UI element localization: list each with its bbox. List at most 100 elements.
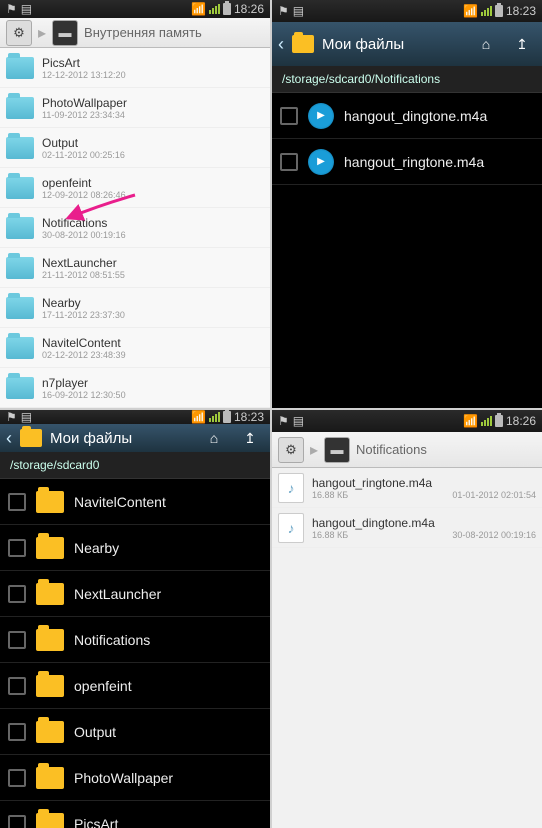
list-item[interactable]: ♪hangout_ringtone.m4a16.88 КБ01-01-2012 … [272,468,542,508]
list-item[interactable]: openfeint12-09-2012 08:26:46 [0,168,270,208]
list-item[interactable]: openfeint [0,663,270,709]
folder-icon [20,429,42,447]
checkbox[interactable] [8,539,26,557]
back-button[interactable]: ‹ [278,34,284,55]
status-bar: ⚑▤ 📶 18:23 [272,0,542,22]
path-bar[interactable]: /storage/sdcard0/Notifications [272,66,542,93]
folder-icon [36,813,64,828]
battery-icon [223,3,231,15]
path-bar[interactable]: /storage/sdcard0 [0,452,270,479]
folder-icon [292,35,314,53]
item-date: 17-11-2012 23:37:30 [42,310,125,320]
item-type: 02-11-2012 00:25:16 [42,150,125,160]
item-date: 30-08-2012 00:19:16 [452,530,536,540]
folder-icon [36,675,64,697]
list-item[interactable]: PhotoWallpaper [0,755,270,801]
list-item[interactable]: ♪hangout_dingtone.m4a16.88 КБ30-08-2012 … [272,508,542,548]
folder-icon [36,767,64,789]
folder-icon [6,177,34,199]
item-name: PicsArt [74,816,262,828]
back-button[interactable]: ‹ [6,428,12,449]
list-item[interactable]: hangout_dingtone.m4a [272,93,542,139]
wifi-icon: 📶 [191,410,206,424]
item-name: NavitelContent [42,336,264,350]
app-title: Мои файлы [50,430,192,447]
list-item[interactable]: n7player16-09-2012 12:30:50 [0,368,270,408]
pane-es-notifications: ⚑▤ 📶 18:26 ⚙ ▸ ▬ Notifications ♪hangout_… [272,410,542,828]
list-item[interactable]: Notifications30-08-2012 00:19:16 [0,208,270,248]
checkbox[interactable] [8,815,26,828]
list-item[interactable]: Output [0,709,270,755]
item-date: 02-12-2012 23:48:39 [42,350,126,360]
up-button[interactable]: ↥ [236,424,264,452]
sd-icon: ▤ [21,2,32,16]
item-name: Nearby [42,296,264,310]
file-list[interactable]: NavitelContentNearby NextLauncher Notifica… [0,479,270,828]
pane-es-explorer: ⚑▤ 📶 18:26 ⚙ ▸ ▬ Внутренняя память PicsA… [0,0,270,408]
list-item[interactable]: Nearby17-11-2012 23:37:30 [0,288,270,328]
toolbar: ⚙ ▸ ▬ Внутренняя память [0,18,270,48]
battery-icon [495,5,503,17]
file-list[interactable]: PicsArt12-12-2012 13:12:20PhotoWallpaper… [0,48,270,408]
checkbox[interactable] [280,107,298,125]
storage-button[interactable]: ▬ [324,437,350,463]
audio-icon [308,103,334,129]
clock: 18:26 [506,414,536,428]
pane-myfiles-notifications: ⚑▤ 📶 18:23 ‹ Мои файлы ⌂ ↥ /storage/sdca… [272,0,542,408]
item-name: NextLauncher [74,586,262,602]
file-list[interactable]: hangout_dingtone.m4a hangout_ringtone.m4a [272,93,542,408]
checkbox[interactable] [8,585,26,603]
list-item[interactable]: PicsArt [0,801,270,828]
checkbox[interactable] [280,153,298,171]
home-button[interactable]: ⌂ [200,424,228,452]
list-item[interactable]: Nearby [0,525,270,571]
usb-icon: ⚑ [278,414,289,428]
usb-icon: ⚑ [6,2,17,16]
list-item[interactable]: NextLauncher [0,571,270,617]
item-name: PhotoWallpaper [42,96,264,110]
list-item[interactable]: PicsArt12-12-2012 13:12:20 [0,48,270,88]
toolbar: ‹ Мои файлы ⌂ ↥ [272,22,542,66]
menu-button[interactable]: ⚙ [278,437,304,463]
folder-icon [36,629,64,651]
list-item[interactable]: PhotoWallpaper11-09-2012 23:34:34 [0,88,270,128]
list-item[interactable]: NextLauncher21-11-2012 08:51:55 [0,248,270,288]
signal-icon [209,4,220,14]
clock: 18:26 [234,2,264,16]
list-item[interactable]: NavitelContent [0,479,270,525]
list-item[interactable]: Notifications [0,617,270,663]
toolbar: ‹ Мои файлы ⌂ ↥ [0,424,270,452]
wifi-icon: 📶 [463,414,478,428]
item-date: 02-11-2012 00:25:16 [42,150,125,160]
folder-icon [6,97,34,119]
path-title[interactable]: Внутренняя память [84,25,264,40]
list-item[interactable]: NavitelContent02-12-2012 23:48:39 [0,328,270,368]
folder-icon [6,377,34,399]
checkbox[interactable] [8,631,26,649]
folder-icon [36,583,64,605]
item-type: 17-11-2012 23:37:30 [42,310,125,320]
folder-icon [6,337,34,359]
item-size: 16.88 КБ [312,490,348,500]
item-name: openfeint [74,678,262,694]
list-item[interactable]: Output02-11-2012 00:25:16 [0,128,270,168]
file-list[interactable]: ♪hangout_ringtone.m4a16.88 КБ01-01-2012 … [272,468,542,828]
clock: 18:23 [234,410,264,424]
checkbox[interactable] [8,677,26,695]
path-title[interactable]: Notifications [356,442,536,457]
checkbox[interactable] [8,723,26,741]
home-button[interactable]: ⌂ [472,30,500,58]
battery-icon [223,411,231,423]
item-name: PicsArt [42,56,264,70]
wifi-icon: 📶 [463,4,478,18]
up-button[interactable]: ↥ [508,30,536,58]
toolbar: ⚙ ▸ ▬ Notifications [272,432,542,468]
storage-button[interactable]: ▬ [52,20,78,46]
checkbox[interactable] [8,769,26,787]
item-name: hangout_dingtone.m4a [344,108,534,124]
checkbox[interactable] [8,493,26,511]
sd-icon: ▤ [21,410,32,424]
item-name: hangout_dingtone.m4a [312,516,536,530]
menu-button[interactable]: ⚙ [6,20,32,46]
list-item[interactable]: hangout_ringtone.m4a [272,139,542,185]
